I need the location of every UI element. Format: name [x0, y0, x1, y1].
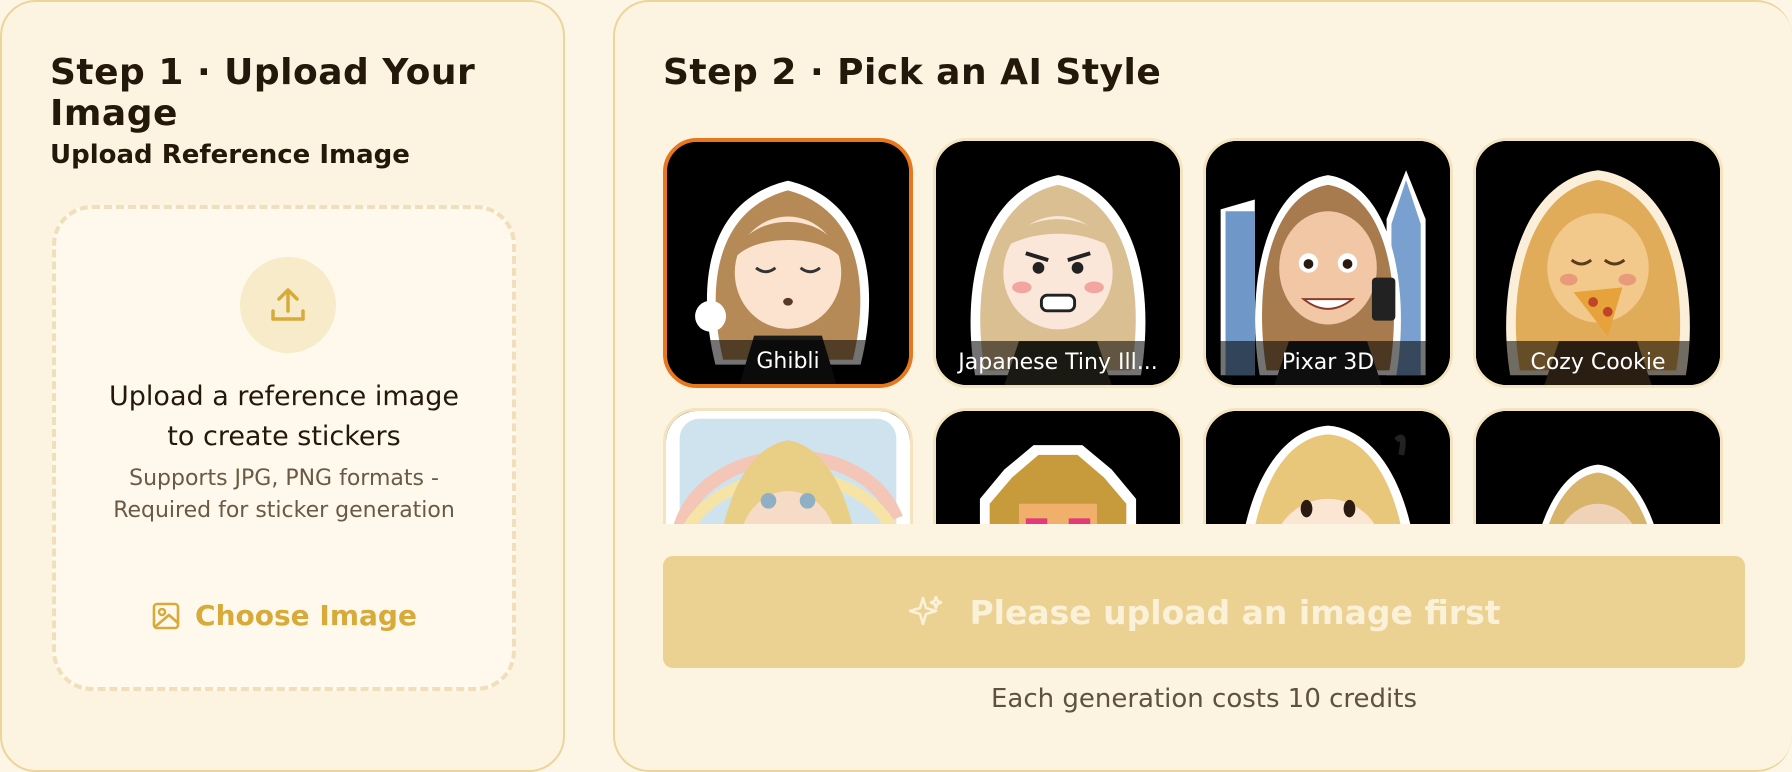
style-tile-japanese-tiny[interactable]: Japanese Tiny Ill... [933, 138, 1183, 388]
choose-image-button[interactable]: Choose Image [56, 599, 512, 632]
style-card: Step 2 · Pick an AI Style Ghibli Japanes… [613, 0, 1792, 772]
dropzone-title-line2: to create stickers [167, 421, 401, 452]
watercolor-sticker-image [666, 411, 910, 524]
pixel-sticker-image [936, 411, 1180, 524]
style-grid[interactable]: Ghibli Japanese Tiny Ill... Pixar 3D Coz… [663, 138, 1753, 524]
step1-title: Step 1 · Upload Your Image [50, 52, 476, 134]
choose-image-label: Choose Image [195, 599, 417, 632]
upload-dropzone[interactable]: Upload a reference image to create stick… [52, 205, 516, 691]
dropzone-title: Upload a reference image to create stick… [76, 377, 492, 457]
style-tile-pixel[interactable] [933, 408, 1183, 524]
chibi-sticker-image [1206, 411, 1450, 524]
upload-section-label: Upload Reference Image [50, 140, 410, 170]
generate-button[interactable]: Please upload an image first [663, 556, 1745, 668]
realistic-sticker-image [1476, 411, 1720, 524]
dropzone-subtitle: Supports JPG, PNG formats - Required for… [113, 466, 455, 523]
upload-icon [240, 257, 336, 353]
style-tile-cozy-cookie[interactable]: Cozy Cookie [1473, 138, 1723, 388]
style-label: Cozy Cookie [1476, 341, 1720, 385]
style-tile-ghibli[interactable]: Ghibli [663, 138, 913, 388]
style-tile-pixar-3d[interactable]: Pixar 3D [1203, 138, 1453, 388]
sparkle-icon [908, 595, 942, 626]
style-tile-realistic[interactable] [1473, 408, 1723, 524]
credits-cost-note: Each generation costs 10 credits [990, 684, 1418, 714]
upload-card: Step 1 · Upload Your Image Upload Refere… [0, 0, 565, 772]
style-label: Pixar 3D [1206, 341, 1450, 385]
step2-title: Step 2 · Pick an AI Style [663, 52, 1162, 93]
style-label: Ghibli [667, 340, 909, 384]
style-tile-watercolor[interactable] [663, 408, 913, 524]
dropzone-title-line1: Upload a reference image [109, 381, 459, 412]
style-label: Japanese Tiny Ill... [936, 341, 1180, 385]
image-icon [152, 602, 180, 629]
style-tile-chibi[interactable] [1203, 408, 1453, 524]
generate-button-label: Please upload an image first [969, 592, 1501, 632]
